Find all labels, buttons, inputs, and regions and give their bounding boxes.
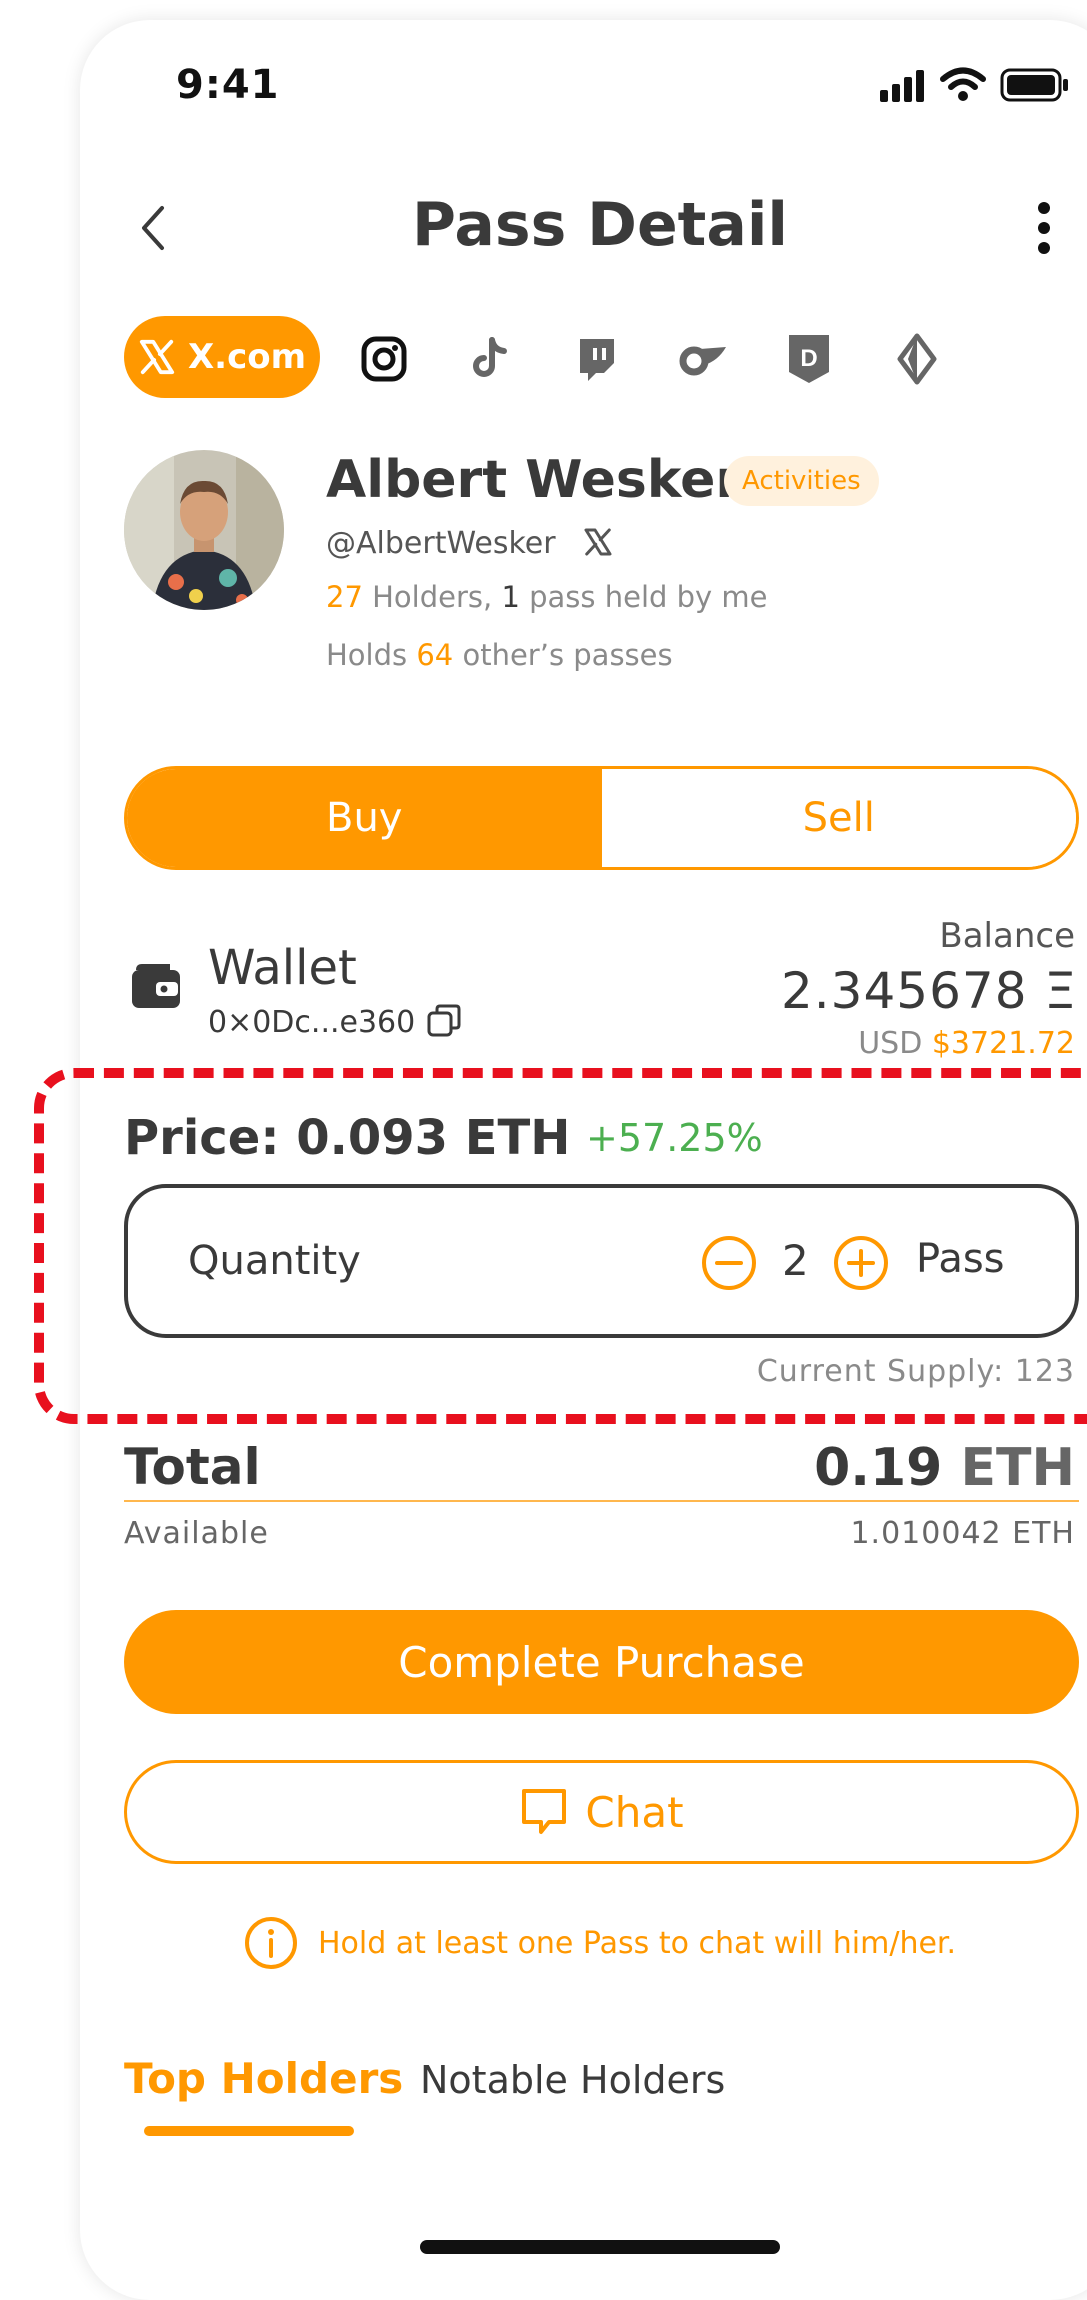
- chat-bubble-icon: [522, 1789, 567, 1834]
- chat-button-label: Chat: [585, 1787, 684, 1837]
- held-count: 1: [501, 580, 520, 614]
- avatar-image: [124, 450, 284, 610]
- total-value: 0.19 ETH: [814, 1438, 1075, 1498]
- active-tab-indicator: [144, 2126, 354, 2136]
- copy-icon[interactable]: [427, 1004, 461, 1038]
- profile-handle: @AlbertWesker: [326, 526, 613, 561]
- platform-tab-instagram[interactable]: [353, 328, 415, 390]
- x-icon: [139, 339, 175, 375]
- holds-summary: Holds 64 other’s passes: [326, 638, 673, 672]
- platform-tab-d[interactable]: D: [778, 328, 840, 390]
- profile-handle-text: @AlbertWesker: [326, 526, 556, 561]
- info-icon: [244, 1917, 297, 1969]
- usd-value: $3721.72: [931, 1026, 1075, 1061]
- total-divider: [124, 1500, 1079, 1502]
- chat-hint: Hold at least one Pass to chat will him/…: [0, 1916, 1087, 1970]
- total-label: Total: [124, 1438, 261, 1496]
- activities-badge[interactable]: Activities: [724, 456, 879, 506]
- available-value: 1.010042 ETH: [850, 1516, 1075, 1551]
- complete-purchase-button[interactable]: Complete Purchase: [124, 1610, 1079, 1714]
- battery-icon: [1000, 68, 1068, 102]
- onlyfans-icon: [679, 346, 726, 376]
- sell-tab[interactable]: Sell: [601, 769, 1076, 867]
- wallet-icon: [132, 964, 180, 1008]
- platform-tab-onlyfans[interactable]: [672, 328, 734, 390]
- available-label: Available: [124, 1516, 269, 1551]
- platform-tab-x-label: X.com: [187, 337, 307, 377]
- wallet-address-text: 0×0Dc...e360: [208, 1005, 416, 1040]
- instagram-icon: [361, 336, 407, 382]
- holders-count: 27: [326, 580, 363, 614]
- status-time: 9:41: [176, 62, 280, 108]
- wifi-icon: [940, 67, 986, 101]
- tab-top-holders[interactable]: Top Holders: [124, 2054, 403, 2103]
- home-indicator: [420, 2240, 780, 2254]
- held-text: pass held by me: [519, 580, 768, 614]
- holders-summary: 27 Holders, 1 pass held by me: [326, 580, 768, 614]
- tab-notable-holders[interactable]: Notable Holders: [420, 2058, 725, 2102]
- holders-text: Holders,: [362, 580, 502, 614]
- twitch-icon: [580, 339, 614, 381]
- svg-text:D: D: [800, 345, 817, 372]
- profile-name: Albert Wesker: [326, 450, 741, 510]
- d-icon: D: [789, 335, 829, 383]
- wallet-label: Wallet: [208, 940, 357, 996]
- ens-icon: [897, 333, 937, 385]
- holds-prefix: Holds: [326, 638, 417, 672]
- chat-hint-text: Hold at least one Pass to chat will him/…: [317, 1925, 957, 1961]
- highlight-box: [34, 1068, 1087, 1424]
- buy-tab[interactable]: Buy: [127, 769, 602, 867]
- platform-tab-twitch[interactable]: [566, 328, 628, 390]
- signal-icon: [880, 70, 924, 102]
- buy-sell-toggle: Buy Sell: [124, 766, 1079, 870]
- page-title: Pass Detail: [412, 190, 788, 260]
- wallet-address: 0×0Dc...e360: [208, 1004, 461, 1040]
- platform-tab-x[interactable]: X.com: [124, 316, 320, 398]
- platform-tab-tiktok[interactable]: [460, 328, 522, 390]
- balance-label: Balance: [939, 916, 1075, 956]
- usd-label: USD: [858, 1026, 923, 1061]
- x-icon: [584, 528, 612, 556]
- chat-button[interactable]: Chat: [124, 1760, 1079, 1864]
- tiktok-icon: [473, 337, 507, 377]
- total-amount: 0.19: [814, 1438, 943, 1498]
- total-unit: ETH: [960, 1438, 1075, 1498]
- holds-suffix: other’s passes: [453, 638, 673, 672]
- more-options-icon[interactable]: [1032, 200, 1056, 256]
- avatar[interactable]: [124, 450, 284, 610]
- balance-value: 2.345678 Ξ: [780, 962, 1077, 1020]
- platform-tab-ens[interactable]: [886, 328, 948, 390]
- holds-count: 64: [416, 638, 454, 672]
- usd-balance: USD $3721.72: [858, 1026, 1075, 1061]
